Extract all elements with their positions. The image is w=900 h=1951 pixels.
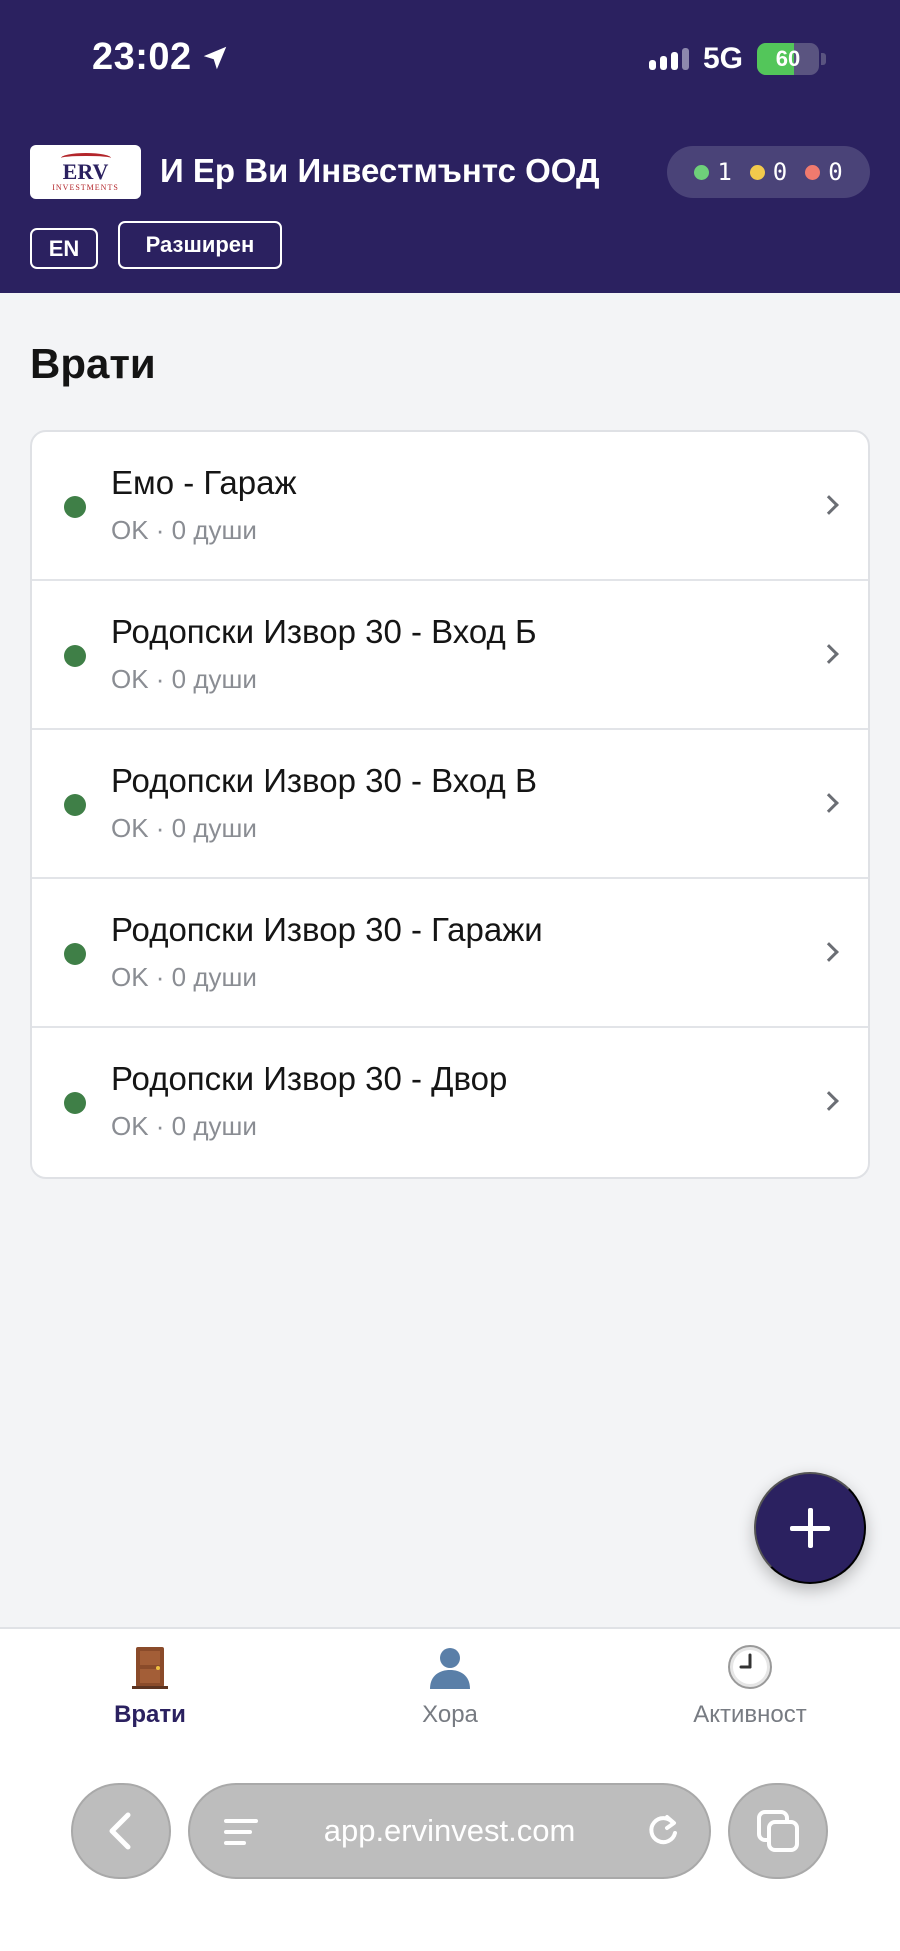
- add-door-button[interactable]: [754, 1472, 866, 1584]
- page-title: Врати: [30, 340, 156, 387]
- door-status: OK · 0 души: [111, 664, 257, 694]
- chevron-right-icon: [819, 793, 839, 813]
- door-name: Родопски Извор 30 - Вход Б: [111, 613, 537, 650]
- battery-level: 60: [775, 46, 801, 71]
- chevron-right-icon: [819, 1091, 839, 1111]
- door-status: OK · 0 души: [111, 1111, 257, 1141]
- logo-subtext: INVESTMENTS: [52, 182, 119, 192]
- status-dot-icon: [64, 794, 86, 816]
- door-name: Родопски Извор 30 - Гаражи: [111, 911, 543, 948]
- door-row[interactable]: Родопски Извор 30 - Гаражи OK · 0 души: [32, 879, 868, 1028]
- chevron-left-icon: [109, 1812, 131, 1850]
- tabs-icon: [757, 1810, 799, 1852]
- counter-error: 0: [805, 158, 843, 186]
- browser-tabs-button[interactable]: [728, 1783, 828, 1879]
- browser-address-bar[interactable]: app.ervinvest.com: [188, 1783, 711, 1879]
- page-menu-icon[interactable]: [224, 1819, 258, 1852]
- door-status: OK · 0 души: [111, 515, 257, 545]
- battery-tip: [821, 53, 826, 65]
- door-name: Емо - Гараж: [111, 464, 297, 501]
- cellular-signal-icon: [648, 48, 689, 70]
- counter-warning-value: 0: [772, 158, 788, 186]
- plus-icon-vertical: [807, 1508, 813, 1548]
- counter-ok: 1: [694, 158, 732, 186]
- door-status: OK · 0 души: [111, 813, 257, 843]
- company-logo: ERV INVESTMENTS: [30, 145, 141, 199]
- nav-item-people[interactable]: Хора: [350, 1643, 550, 1729]
- network-type: 5G: [702, 42, 743, 75]
- door-row[interactable]: Родопски Извор 30 - Вход Б OK · 0 души: [32, 581, 868, 730]
- nav-label-doors: Врати: [114, 1701, 186, 1728]
- counter-error-value: 0: [828, 158, 843, 186]
- status-time-text: 23:02: [92, 36, 192, 78]
- door-row[interactable]: Емо - Гараж OK · 0 души: [32, 432, 868, 581]
- status-counters: 1 0 0: [667, 146, 870, 198]
- door-row[interactable]: Родопски Извор 30 - Вход В OK · 0 души: [32, 730, 868, 879]
- ok-dot-icon: [694, 164, 710, 180]
- location-arrow-icon: [203, 46, 226, 69]
- status-dot-icon: [64, 645, 86, 667]
- door-row[interactable]: Родопски Извор 30 - Двор OK · 0 души: [32, 1028, 868, 1177]
- status-time: 23:02: [92, 36, 230, 79]
- status-dot-icon: [64, 496, 86, 518]
- browser-back-button[interactable]: [71, 1783, 171, 1879]
- error-dot-icon: [805, 164, 821, 180]
- status-indicators: 5G 60: [648, 42, 826, 76]
- mode-button[interactable]: Разширен: [118, 221, 282, 269]
- status-dot-icon: [64, 943, 86, 965]
- nav-label-activity: Активност: [693, 1701, 807, 1728]
- browser-url-text: app.ervinvest.com: [323, 1813, 576, 1848]
- nav-item-doors[interactable]: Врати: [50, 1643, 250, 1729]
- language-button[interactable]: EN: [30, 228, 98, 269]
- chevron-right-icon: [819, 495, 839, 515]
- door-list: Емо - Гараж OK · 0 души Родопски Извор 3…: [30, 430, 870, 1179]
- counter-warning: 0: [749, 158, 788, 186]
- warning-dot-icon: [749, 164, 765, 180]
- reload-icon[interactable]: [643, 1811, 683, 1851]
- logo-text: ERV: [62, 158, 109, 184]
- status-dot-icon: [64, 1092, 86, 1114]
- battery-icon: 60: [757, 43, 819, 75]
- chevron-right-icon: [819, 644, 839, 664]
- nav-label-people: Хора: [422, 1701, 478, 1728]
- door-name: Родопски Извор 30 - Вход В: [111, 762, 537, 799]
- door-icon: [132, 1647, 168, 1689]
- app-header: 23:02 5G 60 ERV INVESTMENTS И Ер Ви Инве…: [0, 0, 900, 293]
- company-name: И Ер Ви Инвестмънтс ООД: [160, 152, 600, 189]
- counter-ok-value: 1: [717, 158, 732, 186]
- clock-icon: [728, 1645, 772, 1689]
- door-name: Родопски Извор 30 - Двор: [111, 1060, 508, 1097]
- nav-item-activity[interactable]: Активност: [650, 1643, 850, 1729]
- person-icon: [430, 1648, 470, 1689]
- chevron-right-icon: [819, 942, 839, 962]
- door-status: OK · 0 души: [111, 962, 257, 992]
